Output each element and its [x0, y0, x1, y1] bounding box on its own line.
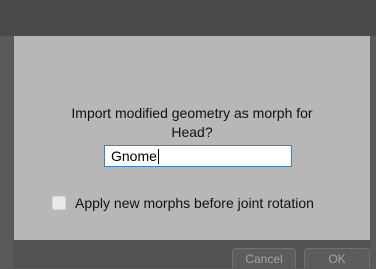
dialog-title-bar	[0, 0, 376, 36]
cancel-button[interactable]: Cancel	[232, 248, 296, 268]
dialog-message: Import modified geometry as morph for He…	[14, 104, 370, 142]
morph-name-value: Gnome	[111, 148, 157, 164]
apply-morphs-checkbox[interactable]	[52, 196, 66, 210]
apply-morphs-label: Apply new morphs before joint rotation	[75, 195, 314, 211]
ok-button[interactable]: OK	[304, 248, 370, 268]
import-morph-dialog: Import modified geometry as morph for He…	[14, 36, 370, 240]
message-line-2: Head?	[171, 124, 213, 140]
message-line-1: Import modified geometry as morph for	[71, 105, 313, 121]
morph-name-input[interactable]: Gnome	[104, 145, 292, 167]
dialog-button-bar: Cancel OK	[14, 240, 370, 268]
text-caret	[157, 149, 159, 164]
apply-morphs-option[interactable]: Apply new morphs before joint rotation	[52, 194, 314, 212]
